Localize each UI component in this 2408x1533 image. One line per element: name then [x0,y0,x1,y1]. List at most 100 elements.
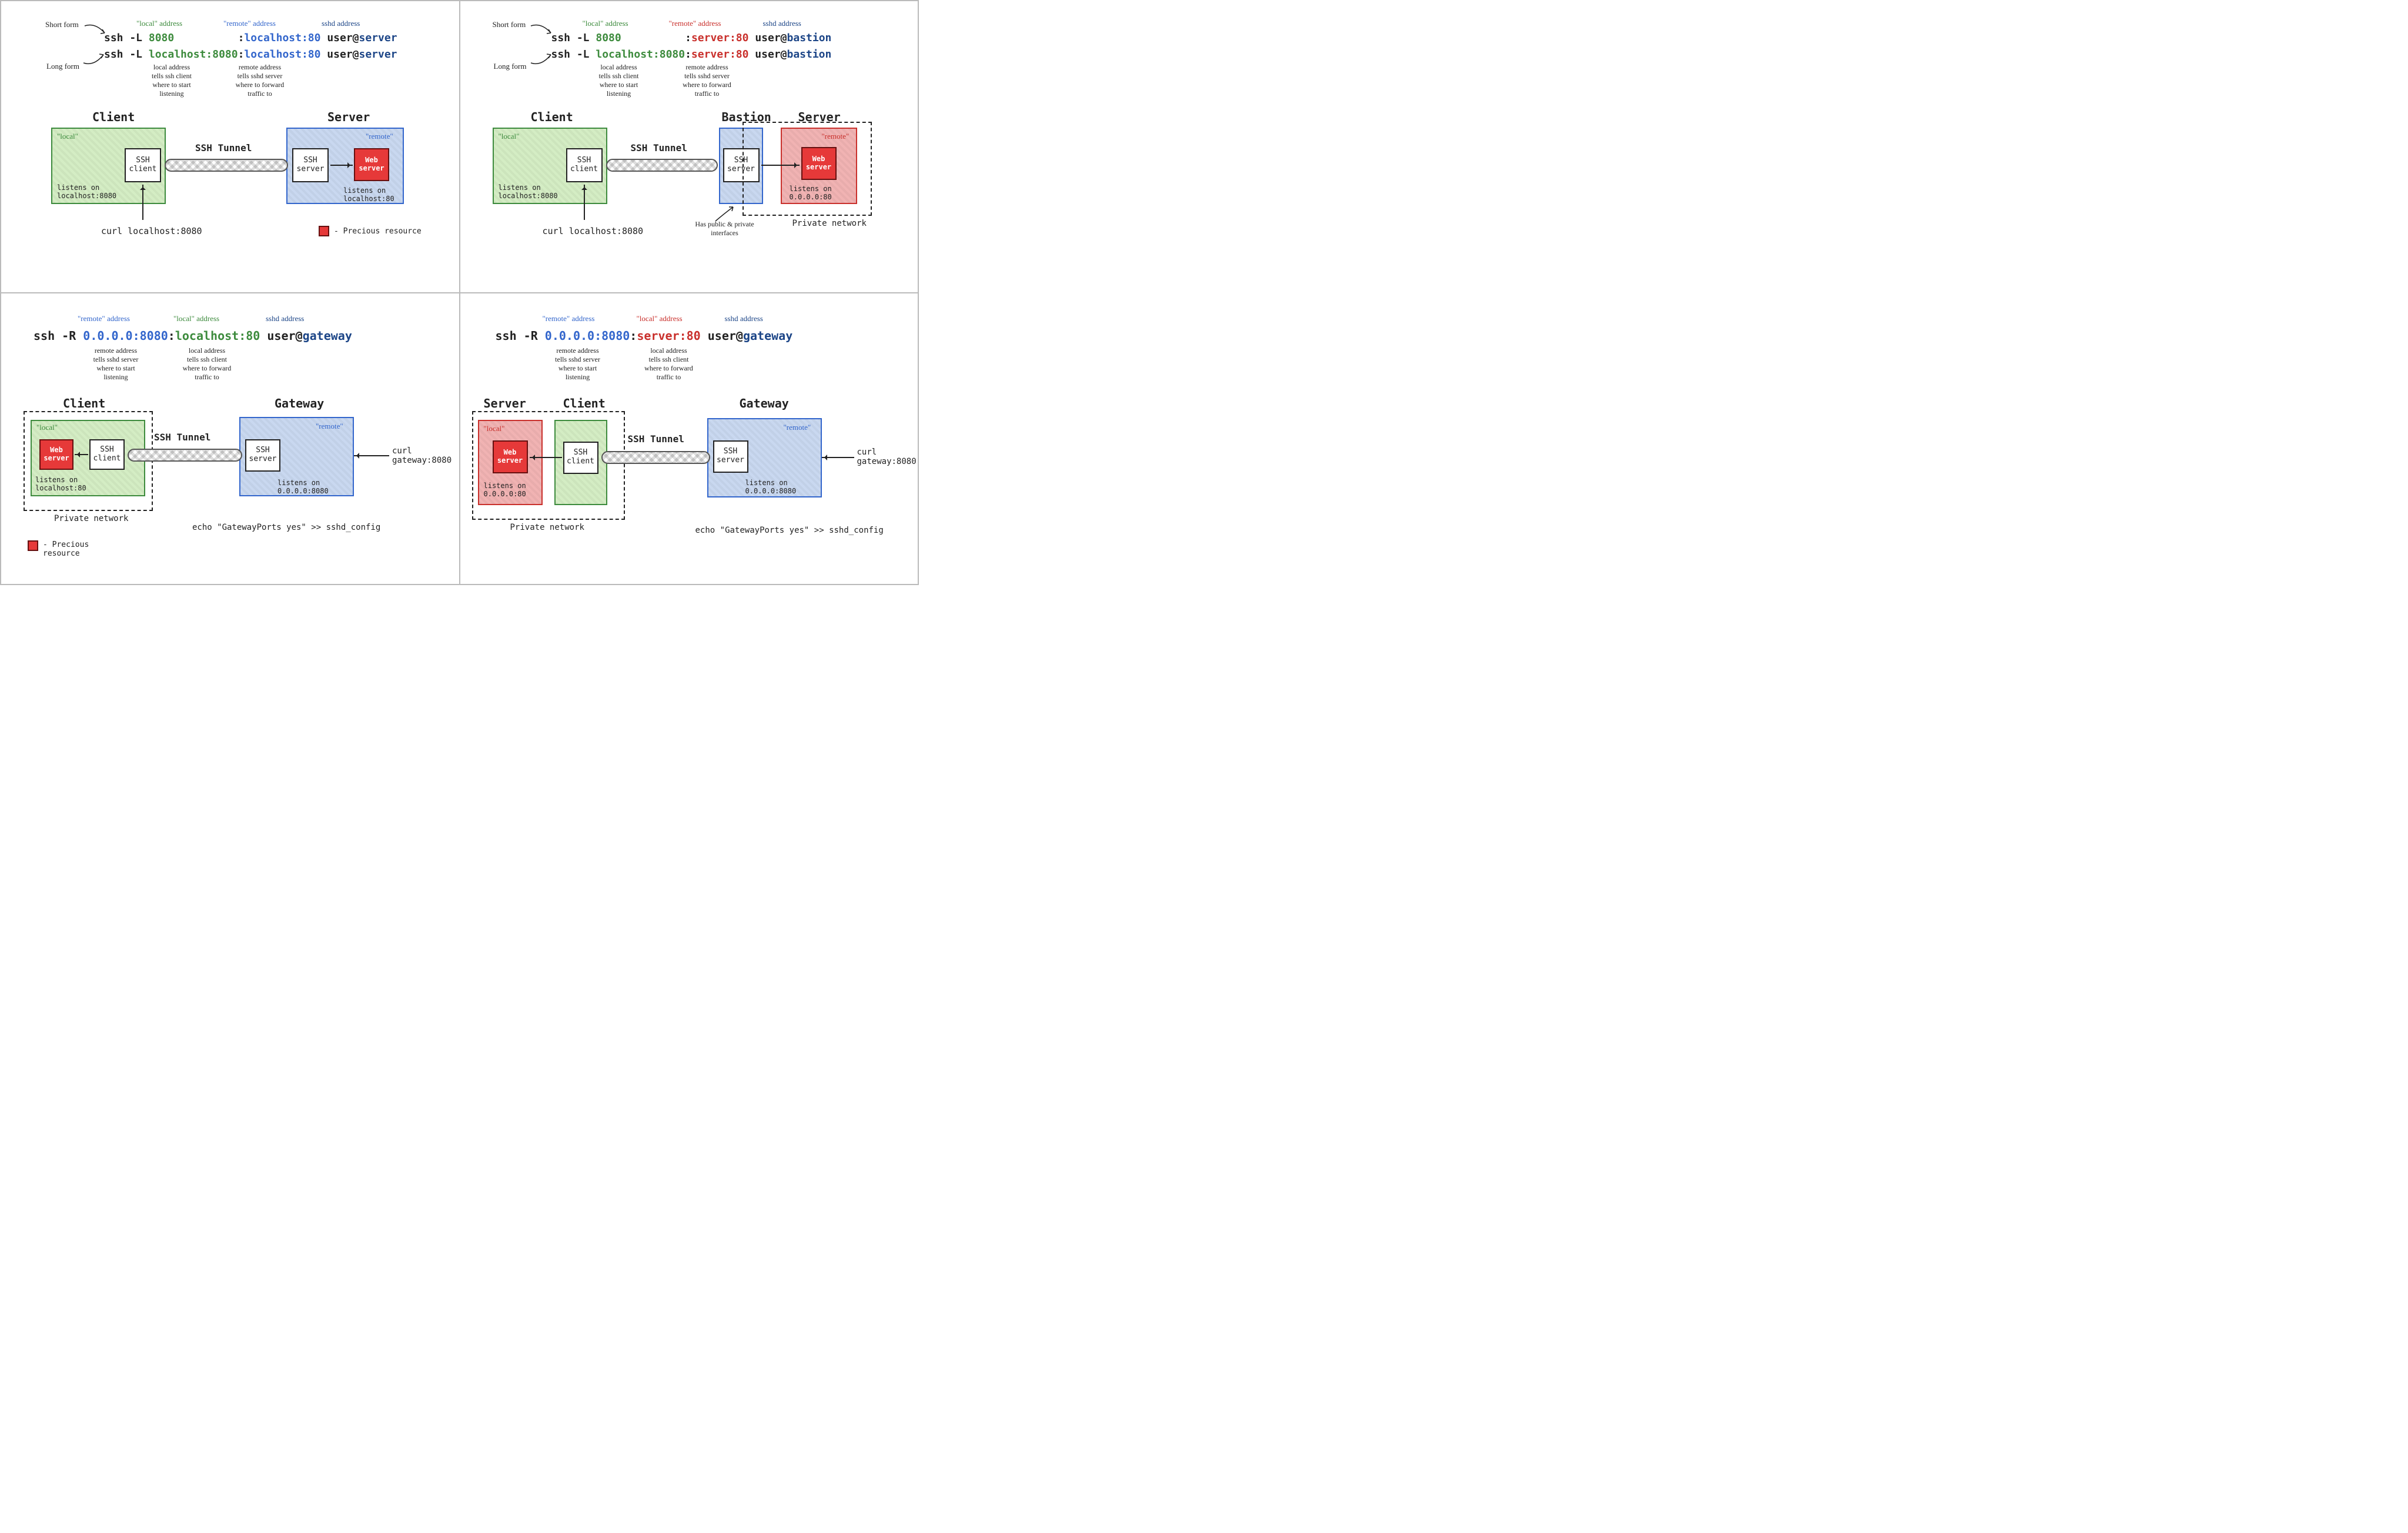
ssh-tunnel [165,159,288,172]
web-server-box: Web server [493,440,528,473]
ssh-server-box: SSH server [292,148,329,182]
listens-server: listens on 0.0.0.0:80 [790,185,832,201]
curl-label: curl localhost:8080 [101,226,202,236]
arrow-short-curve [83,22,107,36]
ssh-server-box: SSH server [245,439,280,472]
under-remote: remote address tells sshd server where t… [225,63,295,98]
curl-label: curl gateway:8080 [857,447,917,466]
annot-remote: "remote" address [669,19,721,28]
annot-sshd: sshd address [322,19,360,28]
annot-long-form: Long form [46,62,79,71]
under-remote: remote address tells sshd server where t… [672,63,743,98]
listens-client: listens on localhost:8080 [499,183,558,200]
heading-server: Server [327,110,370,124]
arrow-long-curve [82,51,106,65]
listens-client: listens on localhost:80 [35,476,86,492]
panel-ssh-L-basic: Short form Long form "local" address "re… [1,1,460,293]
arrow-bastion-to-web [761,165,800,166]
legend-swatch [28,540,38,551]
arrow-curl-up [142,185,143,220]
ssh-server-box: SSH server [713,440,748,473]
cmd: ssh -R 0.0.0.0:8080:localhost:80 user@ga… [34,329,352,343]
web-server-box: Web server [801,147,837,180]
panel-ssh-R-basic: "remote" address "local" address sshd ad… [1,293,460,585]
listens-gateway: listens on 0.0.0.0:8080 [277,479,329,495]
curl-label: curl localhost:8080 [543,226,644,236]
echo-config: echo "GatewayPorts yes" >> sshd_config [695,526,884,535]
cmd-short: ssh -L 8080 :localhost:80 user@server [104,32,397,44]
under-local: local address tells ssh client where to … [634,346,704,382]
cmd-short: ssh -L 8080 :server:80 user@bastion [551,32,832,44]
arrow-ssh-to-web [330,165,353,166]
ssh-tunnel [128,449,242,462]
echo-config: echo "GatewayPorts yes" >> sshd_config [192,523,380,532]
heading-gateway: Gateway [275,396,324,410]
ssh-tunnel [601,451,710,464]
local-box-label: "local" [484,424,505,433]
local-box-label: "local" [499,132,520,141]
arrow-long-curve [530,51,553,65]
legend-precious: - Precious resource [319,226,422,236]
legend-swatch [319,226,329,236]
annot-short-form: Short form [493,20,526,29]
diagram-grid: Short form Long form "local" address "re… [0,0,919,585]
ssh-tunnel-label: SSH Tunnel [154,432,210,443]
ssh-client-box: SSH client [125,148,161,182]
under-remote: remote address tells sshd server where t… [81,346,151,382]
remote-box-label: "remote" [784,423,811,432]
ssh-client-box: SSH client [566,148,603,182]
private-network-label: Private network [54,514,128,523]
arrow-curl-left [822,457,854,458]
annot-remote: "remote" address [78,314,130,323]
cmd-long: ssh -L localhost:8080:server:80 user@bas… [551,48,832,61]
under-remote: remote address tells sshd server where t… [543,346,613,382]
listens-gateway: listens on 0.0.0.0:8080 [745,479,797,495]
arrow-curl-left [354,455,389,456]
ssh-tunnel-label: SSH Tunnel [631,142,687,153]
under-local: local address tells ssh client where to … [139,63,204,98]
annot-short-form: Short form [45,20,79,29]
annot-sshd: sshd address [725,314,763,323]
ssh-client-box: SSH client [89,439,125,470]
remote-box-label: "remote" [822,132,850,141]
panel-ssh-L-bastion: Short form Long form "local" address "re… [460,1,919,293]
ssh-tunnel-label: SSH Tunnel [195,142,252,153]
remote-box-label: "remote" [366,132,393,141]
arrow-sshclient-to-web [75,454,88,455]
listens-server: listens on localhost:80 [343,186,394,203]
annot-remote: "remote" address [543,314,595,323]
annot-remote: "remote" address [223,19,276,28]
annot-local: "local" address [136,19,182,28]
heading-client: Client [92,110,135,124]
annot-local: "local" address [583,19,628,28]
heading-client: Client [531,110,573,124]
under-local: local address tells ssh client where to … [587,63,651,98]
annot-sshd: sshd address [266,314,304,323]
heading-gateway: Gateway [740,396,789,410]
annot-local: "local" address [173,314,219,323]
cmd-long: ssh -L localhost:8080:localhost:80 user@… [104,48,397,61]
curl-label: curl gateway:8080 [392,446,452,465]
cmd: ssh -R 0.0.0.0:8080:server:80 user@gatew… [496,329,793,343]
private-network-label: Private network [510,523,584,532]
arrow-short-curve [530,22,553,36]
annot-sshd: sshd address [763,19,801,28]
listens-client: listens on localhost:8080 [57,183,116,200]
ssh-tunnel-label: SSH Tunnel [628,433,684,445]
ssh-client-box: SSH client [563,442,598,474]
under-local: local address tells ssh client where to … [172,346,242,382]
local-box-label: "local" [36,423,58,432]
heading-client: Client [563,396,606,410]
web-server-box: Web server [39,439,73,470]
web-server-box: Web server [354,148,389,181]
remote-box-label: "remote" [316,422,343,431]
local-box-label: "local" [57,132,78,141]
private-network-label: Private network [792,219,867,228]
arrow-client-to-web [530,457,562,458]
bastion-interfaces-note: Has public & private interfaces [684,220,766,238]
panel-ssh-R-server: "remote" address "local" address sshd ad… [460,293,919,585]
heading-server: Server [484,396,526,410]
listens-server: listens on 0.0.0.0:80 [484,482,526,498]
arrow-curl-up [584,185,585,220]
ssh-tunnel [606,159,718,172]
